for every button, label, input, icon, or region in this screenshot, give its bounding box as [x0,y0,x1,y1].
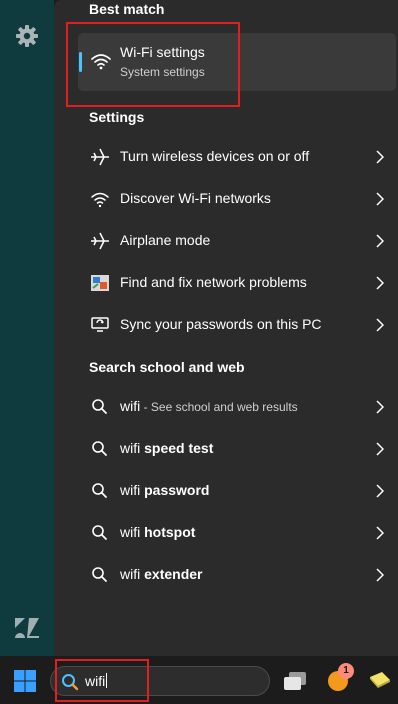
highlight-box-best-match [66,22,240,107]
query-suggestion: password [140,482,210,498]
windows-start-icon[interactable] [13,669,37,693]
task-view-icon[interactable] [282,670,308,692]
query-text: wifi [120,440,141,456]
best-match-heading: Best match [89,1,165,17]
web-result-label: wifi password [120,482,209,498]
settings-item-sync-passwords[interactable]: Sync your passwords on this PC [78,305,396,345]
web-result-row[interactable]: wifi hotspot [78,513,396,553]
notification-badge: 1 [338,663,354,679]
query-hint: - See school and web results [140,400,298,414]
settings-item-label: Discover Wi-Fi networks [120,190,271,206]
query-suggestion: extender [140,566,203,582]
chevron-right-icon [376,568,384,582]
query-text: wifi [120,566,141,582]
settings-item-label: Sync your passwords on this PC [120,316,322,332]
settings-item-wireless-devices[interactable]: Turn wireless devices on or off [78,137,396,177]
settings-gear-icon[interactable] [15,24,39,48]
settings-item-label: Find and fix network problems [120,274,307,290]
settings-item-discover-wifi[interactable]: Discover Wi-Fi networks [78,179,396,219]
search-icon [92,525,107,540]
search-icon [92,441,107,456]
query-text: wifi [120,482,141,498]
zendesk-logo-icon[interactable] [13,616,41,640]
airplane-icon [91,232,109,250]
settings-item-network-problems[interactable]: Find and fix network problems [78,263,396,303]
chevron-right-icon [376,526,384,540]
highlight-box-search [55,659,149,702]
network-troubleshoot-icon [91,275,109,291]
web-result-row[interactable]: wifi extender [78,555,396,595]
web-result-label: wifi hotspot [120,524,195,540]
sticky-notes-icon[interactable] [368,668,392,692]
web-result-label: wifi speed test [120,440,213,456]
wifi-icon [91,192,109,208]
search-icon [92,399,107,414]
web-result-label: wifi - See school and web results [120,398,298,414]
chevron-right-icon [376,192,384,206]
sync-icon [91,317,109,332]
chevron-right-icon [376,484,384,498]
web-result-row[interactable]: wifi speed test [78,429,396,469]
search-icon [92,567,107,582]
airplane-icon [91,148,109,166]
chevron-right-icon [376,400,384,414]
settings-item-label: Turn wireless devices on or off [120,148,310,164]
settings-heading: Settings [89,109,145,125]
search-icon [92,483,107,498]
web-result-row[interactable]: wifi password [78,471,396,511]
chevron-right-icon [376,150,384,164]
chevron-right-icon [376,318,384,332]
web-search-heading: Search school and web [89,359,245,375]
query-text: wifi [120,398,141,414]
query-text: wifi [120,524,141,540]
chevron-right-icon [376,276,384,290]
chevron-right-icon [376,234,384,248]
settings-item-label: Airplane mode [120,232,211,248]
web-result-row[interactable]: wifi - See school and web results [78,387,396,427]
web-result-label: wifi extender [120,566,202,582]
chevron-right-icon [376,442,384,456]
desktop-background [0,0,54,656]
query-suggestion: hotspot [140,524,196,540]
query-suggestion: speed test [140,440,214,456]
settings-item-airplane-mode[interactable]: Airplane mode [78,221,396,261]
